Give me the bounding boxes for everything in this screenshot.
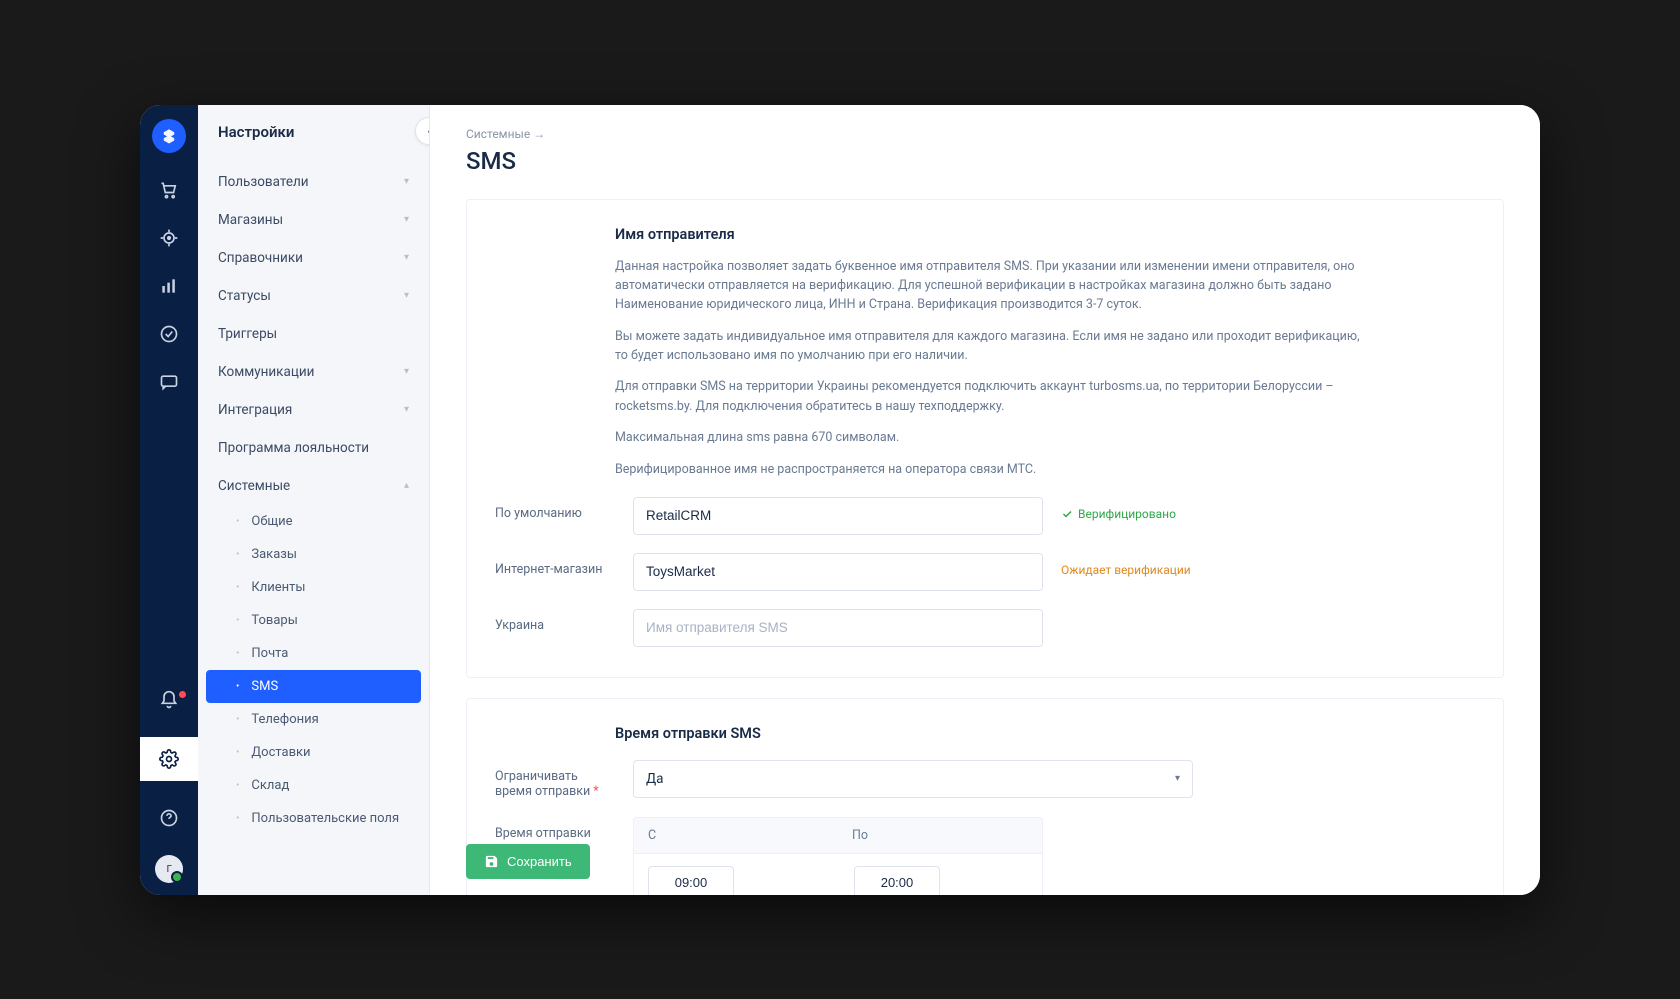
col-to: По [838, 818, 1042, 853]
sendtime-card: Время отправки SMS Ограничивать время от… [466, 698, 1504, 895]
label-time: Время отправки [495, 817, 615, 841]
sender-desc-3: Для отправки SMS на территории Украины р… [615, 377, 1375, 416]
sidebar-title: Настройки [198, 105, 429, 163]
sub-item-custom-fields[interactable]: Пользовательские поля [198, 802, 429, 835]
chevron-down-icon: ▾ [404, 252, 409, 263]
input-shop-sender[interactable] [633, 553, 1043, 591]
sender-desc-2: Вы можете задать индивидуальное имя отпр… [615, 327, 1375, 366]
settings-sidebar: ‹ Настройки Пользователи▾ Магазины▾ Спра… [198, 105, 430, 895]
time-range: С По SMS будут отправляться только в раз… [633, 817, 1353, 895]
chevron-down-icon: ▾ [404, 176, 409, 187]
main-content: Системные → SMS Имя отправителя Данная н… [430, 105, 1540, 895]
input-default-sender[interactable] [633, 497, 1043, 535]
sendtime-title: Время отправки SMS [615, 725, 1375, 742]
select-limit[interactable]: Да ▾ [633, 760, 1193, 798]
user-avatar[interactable]: г [155, 855, 183, 883]
sidebar-item-statuses[interactable]: Статусы▾ [198, 277, 429, 315]
avatar-letter: г [166, 861, 171, 876]
sidebar-item-communications[interactable]: Коммуникации▾ [198, 353, 429, 391]
chat-icon[interactable] [158, 371, 180, 393]
label-shop: Интернет-магазин [495, 553, 615, 577]
status-pending: Ожидает верификации [1061, 553, 1191, 577]
save-icon [484, 854, 499, 869]
col-from: С [634, 818, 838, 853]
help-icon[interactable] [158, 807, 180, 829]
save-button[interactable]: Сохранить [466, 844, 590, 879]
chevron-down-icon: ▾ [404, 404, 409, 415]
input-time-from[interactable] [648, 866, 734, 895]
logo[interactable] [152, 119, 186, 153]
app-window: г ‹ Настройки Пользователи▾ Магазины▾ Сп… [140, 105, 1540, 895]
sub-item-mail[interactable]: Почта [198, 637, 429, 670]
label-ukraine: Украина [495, 609, 615, 633]
sub-item-general[interactable]: Общие [198, 505, 429, 538]
sub-item-delivery[interactable]: Доставки [198, 736, 429, 769]
chevron-up-icon: ▴ [404, 480, 409, 491]
input-ukraine-sender[interactable] [633, 609, 1043, 647]
chevron-down-icon: ▾ [404, 366, 409, 377]
label-default: По умолчанию [495, 497, 615, 521]
cart-icon[interactable] [158, 179, 180, 201]
sub-item-clients[interactable]: Клиенты [198, 571, 429, 604]
status-verified: Верифицировано [1061, 497, 1176, 521]
check-circle-icon[interactable] [158, 323, 180, 345]
bell-icon[interactable] [158, 689, 180, 711]
caret-down-icon: ▾ [1175, 773, 1180, 784]
breadcrumb[interactable]: Системные → [466, 127, 1504, 141]
sidebar-item-system[interactable]: Системные▴ [198, 467, 429, 505]
settings-icon[interactable] [140, 737, 198, 781]
sub-item-sms[interactable]: SMS [206, 670, 421, 703]
chevron-down-icon: ▾ [404, 290, 409, 301]
sub-item-stock[interactable]: Склад [198, 769, 429, 802]
sidebar-item-loyalty[interactable]: Программа лояльности [198, 429, 429, 467]
sidebar-item-users[interactable]: Пользователи▾ [198, 163, 429, 201]
notification-dot [179, 691, 186, 698]
sub-item-orders[interactable]: Заказы [198, 538, 429, 571]
sub-item-telephony[interactable]: Телефония [198, 703, 429, 736]
sidebar-item-references[interactable]: Справочники▾ [198, 239, 429, 277]
sidebar-item-triggers[interactable]: Триггеры [198, 315, 429, 353]
sender-desc-5: Верифицированное имя не распространяется… [615, 460, 1375, 479]
label-limit: Ограничивать время отправки [495, 760, 615, 799]
sidebar-item-stores[interactable]: Магазины▾ [198, 201, 429, 239]
chevron-down-icon: ▾ [404, 214, 409, 225]
sender-card: Имя отправителя Данная настройка позволя… [466, 199, 1504, 678]
input-time-to[interactable] [854, 866, 940, 895]
sender-desc-1: Данная настройка позволяет задать буквен… [615, 257, 1375, 315]
sender-title: Имя отправителя [615, 226, 1375, 243]
sub-item-products[interactable]: Товары [198, 604, 429, 637]
target-icon[interactable] [158, 227, 180, 249]
analytics-icon[interactable] [158, 275, 180, 297]
page-title: SMS [466, 147, 1504, 175]
sidebar-item-integration[interactable]: Интеграция▾ [198, 391, 429, 429]
sender-desc-4: Максимальная длина sms равна 670 символа… [615, 428, 1375, 447]
nav-rail: г [140, 105, 198, 895]
